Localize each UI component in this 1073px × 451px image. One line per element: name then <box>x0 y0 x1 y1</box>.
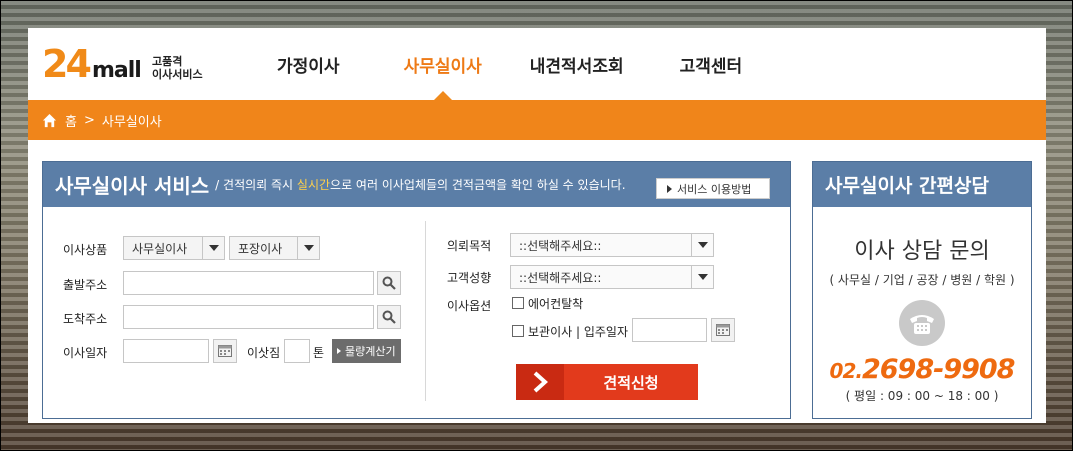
tendency-select[interactable]: ::선택해주세요:: <box>510 265 714 289</box>
tendency-label: 고객성향 <box>447 271 492 285</box>
purpose-label: 의뢰목적 <box>447 239 492 253</box>
nav-item-home-moving[interactable]: 가정이사 <box>277 28 340 100</box>
consult-question: 이사 상담 문의 <box>854 239 990 264</box>
date-label: 이사일자 <box>63 346 108 360</box>
packing-select-value: 포장이사 <box>238 241 283 256</box>
purpose-select-value: ::선택해주세요:: <box>519 238 602 253</box>
packing-select[interactable]: 포장이사 <box>229 236 320 260</box>
request-estimate-label: 견적신청 <box>603 373 659 392</box>
breadcrumb: 홈 > 사무실이사 <box>28 100 1046 140</box>
page-frame: 24 mall 고품격 이사서비스 가정이사 사무실이사 내견적서조회 고객센터… <box>28 28 1046 423</box>
search-icon <box>382 310 396 324</box>
origin-label: 출발주소 <box>63 278 108 292</box>
form-divider <box>425 221 426 401</box>
calendar-icon <box>716 324 730 336</box>
desc-pre: / 견적의뢰 즉시 <box>215 178 297 192</box>
logo-tagline-2: 이사서비스 <box>152 68 203 81</box>
header: 24 mall 고품격 이사서비스 가정이사 사무실이사 내견적서조회 고객센터 <box>28 28 1046 100</box>
play-icon <box>667 184 672 193</box>
estimate-panel-title: 사무실이사 서비스 <box>55 174 210 198</box>
estimate-panel: 사무실이사 서비스 / 견적의뢰 즉시 실시간으로 여러 이사업체들의 견적금액… <box>42 161 791 419</box>
load-label: 이삿짐 <box>247 346 281 360</box>
consult-panel-title: 사무실이사 간편상담 <box>825 175 989 197</box>
origin-search-button[interactable] <box>377 271 401 295</box>
destination-label: 도착주소 <box>63 312 108 326</box>
service-guide-label: 서비스 이용방법 <box>677 182 752 196</box>
storage-checkbox[interactable] <box>512 325 524 337</box>
purpose-select[interactable]: ::선택해주세요:: <box>510 233 714 257</box>
product-label: 이사상품 <box>63 243 108 257</box>
estimate-form: 이사상품 사무실이사 포장이사 출발주소 도착주소 이사일자 이삿짐 톤 물량계… <box>43 207 790 418</box>
option-label: 이사옵션 <box>447 299 492 313</box>
aircon-checkbox[interactable] <box>512 297 524 309</box>
breadcrumb-current: 사무실이사 <box>101 114 162 130</box>
consult-categories: ( 사무실 / 기업 / 공장 / 병원 / 학원 ) <box>829 273 1015 287</box>
desc-highlight: 실시간 <box>296 178 331 192</box>
logo-tagline: 고품격 이사서비스 <box>152 55 203 81</box>
storage-option-label: 보관이사 | 입주일자 <box>528 325 628 339</box>
chevron-down-icon <box>202 237 224 259</box>
logo-mall: mall <box>92 58 142 83</box>
product-select[interactable]: 사무실이사 <box>123 236 225 260</box>
logo-number: 24 <box>42 42 92 86</box>
desc-post: 으로 여러 이사업체들의 견적금액을 확인 하실 수 있습니다. <box>330 178 626 192</box>
service-guide-button[interactable]: 서비스 이용방법 <box>656 178 770 199</box>
origin-address-input[interactable] <box>123 271 374 295</box>
destination-address-input[interactable] <box>123 305 374 329</box>
phone-number: 2698-9908 <box>861 354 1015 385</box>
move-in-date-picker-button[interactable] <box>711 318 735 342</box>
date-picker-button[interactable] <box>213 339 237 363</box>
aircon-option-label: 에어컨탈착 <box>528 297 584 311</box>
destination-search-button[interactable] <box>377 305 401 329</box>
nav-item-office-moving[interactable]: 사무실이사 <box>404 28 482 100</box>
volume-calculator-button[interactable]: 물량계산기 <box>332 339 401 363</box>
nav-item-customer-center[interactable]: 고객센터 <box>680 28 743 100</box>
logo[interactable]: 24 mall 고품격 이사서비스 <box>42 40 212 96</box>
consult-panel: 사무실이사 간편상담 이사 상담 문의 ( 사무실 / 기업 / 공장 / 병원… <box>812 161 1032 419</box>
load-input[interactable] <box>284 339 310 363</box>
chevron-down-icon <box>691 266 713 288</box>
consult-hours: ( 평일 : 09 : 00 ~ 18 : 00 ) <box>845 389 999 403</box>
breadcrumb-separator: > <box>83 112 95 128</box>
volume-calculator-label: 물량계산기 <box>345 345 396 358</box>
moving-date-input[interactable] <box>123 339 209 363</box>
logo-tagline-1: 고품격 <box>152 55 183 68</box>
chevron-down-icon <box>297 237 319 259</box>
phone-prefix: 02. <box>829 359 863 383</box>
load-unit: 톤 <box>313 346 325 360</box>
request-estimate-button[interactable]: 견적신청 <box>516 364 698 400</box>
consult-phone-number[interactable]: 02.2698-9908 <box>813 354 1031 385</box>
tendency-select-value: ::선택해주세요:: <box>519 270 602 285</box>
arrow-right-icon <box>516 364 564 400</box>
play-icon <box>337 348 341 354</box>
main-nav: 가정이사 사무실이사 내견적서조회 고객센터 <box>258 28 742 100</box>
move-in-date-input[interactable] <box>632 318 707 342</box>
estimate-panel-header: 사무실이사 서비스 / 견적의뢰 즉시 실시간으로 여러 이사업체들의 견적금액… <box>43 162 790 207</box>
product-select-value: 사무실이사 <box>132 241 188 256</box>
home-icon[interactable] <box>42 113 57 128</box>
search-icon <box>382 276 396 290</box>
breadcrumb-home[interactable]: 홈 <box>65 111 77 130</box>
nav-item-my-estimate[interactable]: 내견적서조회 <box>530 28 624 100</box>
consult-panel-body: 이사 상담 문의 ( 사무실 / 기업 / 공장 / 병원 / 학원 ) 02.… <box>813 207 1031 418</box>
estimate-panel-desc: / 견적의뢰 즉시 실시간으로 여러 이사업체들의 견적금액을 확인 하실 수 … <box>215 176 625 193</box>
calendar-icon <box>218 345 232 357</box>
telephone-icon <box>899 300 945 346</box>
chevron-down-icon <box>691 234 713 256</box>
